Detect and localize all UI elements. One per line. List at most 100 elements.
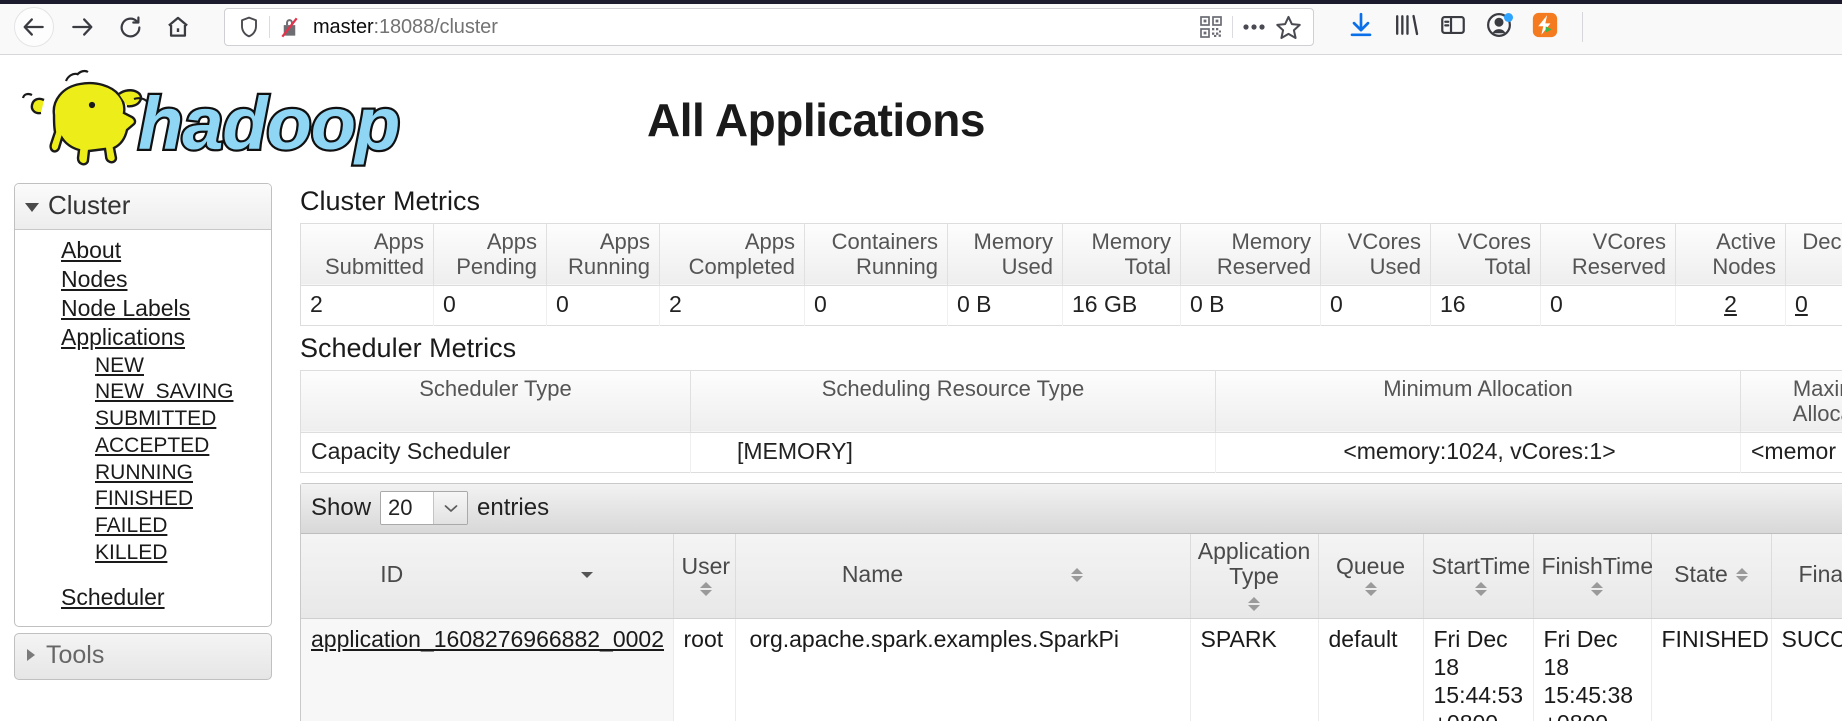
sidebar-item-about[interactable]: About [15, 236, 271, 265]
tracking-protection-shield-icon[interactable] [237, 15, 261, 39]
sort-both-icon [1591, 581, 1604, 596]
val-decommissioning-nodes: 0 [1785, 285, 1842, 326]
cluster-panel-header[interactable]: Cluster [15, 184, 271, 230]
cell-finishtime: Fri Dec 18 15:45:38 +0800 2020 [1533, 618, 1652, 721]
extension-button[interactable] [1522, 7, 1568, 47]
sidebar: Cluster About Nodes Node Labels Applicat… [14, 183, 272, 680]
page-size-value: 20 [381, 491, 434, 524]
urlbar-actions [1194, 11, 1305, 43]
sidebar-item-failed[interactable]: FAILED [15, 513, 271, 540]
col-apps-submitted: Apps Submitted [300, 223, 434, 286]
library-button[interactable] [1384, 7, 1430, 47]
th-user[interactable]: User [673, 533, 736, 620]
val-apps-completed: 2 [659, 285, 805, 326]
val-minimum-allocation: <memory:1024, vCores:1> [1215, 432, 1741, 473]
main-content: Cluster Metrics Apps Submitted Apps Pendin… [300, 183, 1842, 721]
address-bar[interactable]: master:18088/cluster [224, 8, 1314, 46]
col-scheduling-resource-type: Scheduling Resource Type [690, 370, 1216, 433]
val-memory-used: 0 B [947, 285, 1063, 326]
bookmark-star-icon[interactable] [1271, 11, 1305, 43]
th-state[interactable]: State [1651, 533, 1772, 620]
sidebar-item-new[interactable]: NEW [15, 353, 271, 380]
cluster-panel-title: Cluster [48, 190, 131, 220]
th-finishtime[interactable]: FinishTime [1533, 533, 1653, 620]
library-books-icon [1393, 11, 1421, 44]
sort-both-icon [699, 581, 712, 596]
extension-orange-icon [1531, 11, 1559, 44]
sidebar-item-running[interactable]: RUNNING [15, 460, 271, 487]
cell-id: application_1608276966882_0002 [301, 618, 674, 721]
th-finalstatus[interactable]: FinalStatus [1771, 533, 1842, 620]
val-scheduling-resource-type: [MEMORY] [690, 432, 1216, 473]
th-starttime[interactable]: StartTime [1423, 533, 1534, 620]
th-queue[interactable]: Queue [1318, 533, 1424, 620]
page-size-select[interactable]: 20 [380, 490, 469, 525]
browser-toolbar: master:18088/cluster [0, 0, 1842, 55]
applications-table: ID User Name Application Type Queue Star… [301, 533, 1842, 721]
col-containers-running: Containers Running [804, 223, 948, 286]
col-memory-used: Memory Used [947, 223, 1063, 286]
sidebar-item-finished[interactable]: FINISHED [15, 486, 271, 513]
cluster-metrics-table: Apps Submitted Apps Pending Apps Running Ap… [300, 222, 1842, 326]
decommissioning-nodes-link[interactable]: 0 [1795, 291, 1808, 317]
scheduler-metrics-table: Scheduler Type Scheduling Resource Type … [300, 369, 1842, 473]
th-name[interactable]: Name [735, 533, 1191, 620]
home-icon [165, 14, 191, 40]
reload-button[interactable] [110, 7, 150, 47]
forward-arrow-icon [69, 14, 95, 40]
sort-both-icon [1364, 581, 1377, 596]
page-header: hadoop All Applications [0, 55, 1842, 179]
col-active-nodes: Active Nodes [1675, 223, 1786, 286]
qr-code-icon[interactable] [1194, 11, 1228, 43]
page-title: All Applications [647, 94, 985, 146]
chevron-down-icon [25, 203, 39, 212]
cluster-metrics-header-row: Apps Submitted Apps Pending Apps Running Ap… [300, 223, 1842, 286]
account-button[interactable] [1476, 7, 1522, 47]
back-button[interactable] [14, 7, 54, 47]
cluster-panel: Cluster About Nodes Node Labels Applicat… [14, 183, 272, 627]
sidebar-item-new-saving[interactable]: NEW_SAVING [15, 379, 271, 406]
entries-label: entries [477, 493, 550, 521]
col-vcores-used: VCores Used [1320, 223, 1431, 286]
cell-name: org.apache.spark.examples.SparkPi [735, 618, 1191, 721]
cluster-metrics-value-row: 2 0 0 2 0 0 B 16 GB 0 B 0 16 0 2 0 [300, 285, 1842, 326]
sidebar-toggle-button[interactable] [1430, 7, 1476, 47]
insecure-connection-icon[interactable] [278, 16, 301, 39]
th-application-type[interactable]: Application Type [1190, 533, 1319, 620]
sidebar-panel-icon [1439, 11, 1467, 44]
forward-button[interactable] [62, 7, 102, 47]
sidebar-item-scheduler[interactable]: Scheduler [15, 583, 271, 612]
val-vcores-total: 16 [1430, 285, 1541, 326]
scheduler-metrics-header-row: Scheduler Type Scheduling Resource Type … [300, 370, 1842, 433]
sidebar-item-applications[interactable]: Applications [15, 323, 271, 352]
sidebar-item-nodes[interactable]: Nodes [15, 265, 271, 294]
sidebar-item-killed[interactable]: KILLED [15, 540, 271, 567]
home-button[interactable] [158, 7, 198, 47]
urlbar-separator [269, 16, 270, 38]
col-decommissioning-nodes: DecommissioningNodes [1785, 223, 1842, 286]
sort-desc-icon [581, 571, 594, 578]
browser-toolbar-icons [1338, 7, 1583, 47]
sidebar-item-accepted[interactable]: ACCEPTED [15, 433, 271, 460]
th-id[interactable]: ID [301, 533, 674, 620]
sidebar-item-node-labels[interactable]: Node Labels [15, 294, 271, 323]
page-actions-ellipsis-icon[interactable] [1237, 11, 1271, 43]
urlbar-action-divider [1232, 16, 1233, 38]
table-row: application_1608276966882_0002 root org.… [301, 618, 1842, 721]
cell-application-type: SPARK [1190, 618, 1319, 721]
val-memory-total: 16 GB [1062, 285, 1181, 326]
val-apps-pending: 0 [433, 285, 547, 326]
sidebar-item-submitted[interactable]: SUBMITTED [15, 406, 271, 433]
col-memory-reserved: Memory Reserved [1180, 223, 1321, 286]
val-memory-reserved: 0 B [1180, 285, 1321, 326]
application-id-link[interactable]: application_1608276966882_0002 [311, 626, 664, 652]
tools-panel-header[interactable]: Tools [14, 632, 272, 680]
val-containers-running: 0 [804, 285, 948, 326]
active-nodes-link[interactable]: 2 [1724, 291, 1737, 317]
val-scheduler-type: Capacity Scheduler [300, 432, 691, 473]
col-maximum-allocation: Maximum Allocation [1740, 370, 1842, 433]
yarn-resourcemanager-page: hadoop All Applications Cluster About No… [0, 55, 1842, 721]
downloads-button[interactable] [1338, 7, 1384, 47]
cell-queue: default [1318, 618, 1424, 721]
cell-state: FINISHED [1651, 618, 1772, 721]
